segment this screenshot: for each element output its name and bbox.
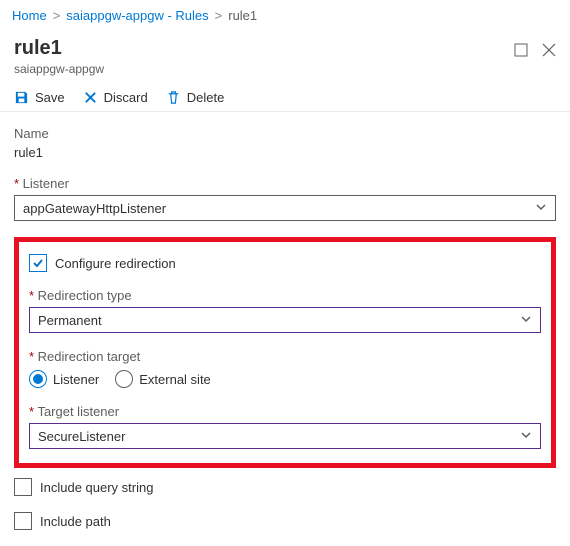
chevron-down-icon (535, 201, 547, 216)
include-query-string-label: Include query string (40, 480, 153, 495)
chevron-down-icon (520, 429, 532, 444)
chevron-right-icon: > (53, 8, 61, 23)
listener-value: appGatewayHttpListener (23, 201, 166, 216)
breadcrumb-rules[interactable]: saiappgw-appgw - Rules (66, 8, 208, 23)
close-icon[interactable] (542, 43, 556, 60)
redirection-type-select[interactable]: Permanent (29, 307, 541, 333)
radio-icon (115, 370, 133, 388)
delete-label: Delete (187, 90, 225, 105)
listener-select[interactable]: appGatewayHttpListener (14, 195, 556, 221)
name-label: Name (14, 126, 556, 141)
highlight-box: Configure redirection Redirection type P… (14, 237, 556, 468)
include-path-label: Include path (40, 514, 111, 529)
target-listener-select[interactable]: SecureListener (29, 423, 541, 449)
page-subtitle: saiappgw-appgw (14, 62, 514, 76)
target-listener-value: SecureListener (38, 429, 125, 444)
delete-icon (166, 90, 181, 105)
include-path-checkbox[interactable] (14, 512, 32, 530)
restore-icon[interactable] (514, 43, 528, 60)
discard-label: Discard (104, 90, 148, 105)
discard-button[interactable]: Discard (83, 90, 148, 105)
radio-external-label: External site (139, 372, 211, 387)
page-title: rule1 (14, 37, 514, 60)
redirection-target-external-radio[interactable]: External site (115, 370, 211, 388)
save-label: Save (35, 90, 65, 105)
radio-icon (29, 370, 47, 388)
breadcrumb: Home > saiappgw-appgw - Rules > rule1 (0, 0, 570, 31)
radio-listener-label: Listener (53, 372, 99, 387)
chevron-right-icon: > (215, 8, 223, 23)
discard-icon (83, 90, 98, 105)
name-value: rule1 (14, 145, 556, 160)
redirection-type-value: Permanent (38, 313, 102, 328)
breadcrumb-current: rule1 (228, 8, 257, 23)
delete-button[interactable]: Delete (166, 90, 225, 105)
configure-redirection-label: Configure redirection (55, 256, 176, 271)
listener-label: Listener (14, 176, 556, 191)
chevron-down-icon (520, 313, 532, 328)
toolbar: Save Discard Delete (0, 80, 570, 112)
redirection-target-label: Redirection target (29, 349, 541, 364)
save-icon (14, 90, 29, 105)
target-listener-label: Target listener (29, 404, 541, 419)
include-query-string-checkbox[interactable] (14, 478, 32, 496)
breadcrumb-home[interactable]: Home (12, 8, 47, 23)
redirection-target-listener-radio[interactable]: Listener (29, 370, 99, 388)
redirection-type-label: Redirection type (29, 288, 541, 303)
configure-redirection-checkbox[interactable] (29, 254, 47, 272)
save-button[interactable]: Save (14, 90, 65, 105)
